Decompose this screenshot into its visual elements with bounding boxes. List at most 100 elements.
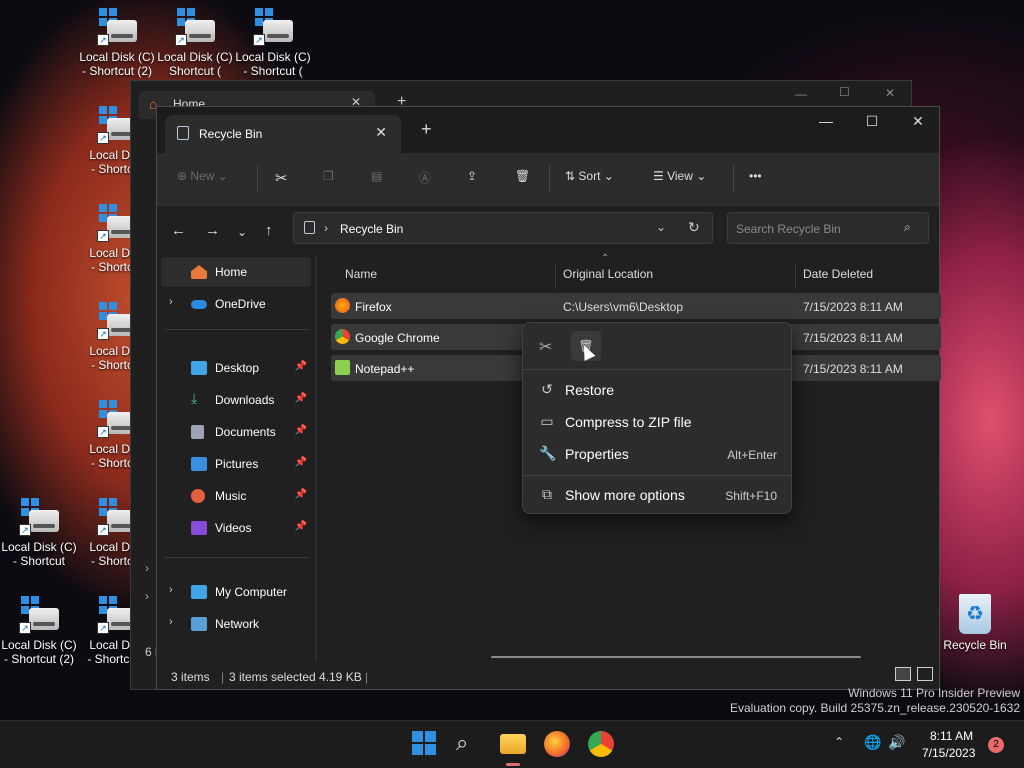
address-row: ← → ⌄ ↑ › Recycle Bin ⌄ ↻ Search Recycle…: [157, 205, 939, 255]
status-bar: 3 items | 3 items selected 4.19 KB |: [157, 661, 939, 689]
menu-item-properties[interactable]: 🔧 Properties Alt+Enter: [533, 439, 783, 469]
title-bar: Recycle Bin ✕ + — ☐ ✕: [157, 107, 939, 153]
menu-item-compress-zip[interactable]: ▭ Compress to ZIP file: [533, 407, 783, 437]
forward-arrow-icon[interactable]: →: [205, 222, 220, 239]
table-row[interactable]: Firefox C:\Users\vm6\Desktop 7/15/2023 8…: [331, 293, 941, 319]
refresh-icon[interactable]: ↻: [688, 219, 700, 236]
show-more-icon: ⧉: [542, 486, 552, 502]
navigation-pane: Home › OneDrive Desktop 📌 ⤓ Downloads 📌 Do…: [157, 255, 315, 661]
recycle-bin-label: Recycle Bin: [943, 638, 1007, 652]
pin-icon: 📌: [294, 393, 307, 404]
back-maximize-icon[interactable]: ☐: [839, 85, 850, 99]
expand-chevron-icon[interactable]: ›: [169, 584, 173, 596]
column-header-original-location[interactable]: Original Location: [563, 267, 653, 281]
new-tab-icon[interactable]: +: [421, 119, 432, 140]
selection-count: 3 items selected: [229, 670, 316, 684]
selection-size: 4.19 KB: [319, 670, 362, 684]
sidebar-item-pictures[interactable]: Pictures 📌: [161, 449, 311, 479]
close-icon[interactable]: ✕: [895, 113, 941, 130]
tab-recycle-bin[interactable]: Recycle Bin ✕: [165, 115, 401, 153]
desktop-icon-local-disk-shortcut-3[interactable]: ↗ Local Disk (C) Shortcut (: [156, 8, 234, 78]
breadcrumb-recycle-bin[interactable]: Recycle Bin: [340, 222, 403, 236]
copy-icon[interactable]: ❐: [323, 169, 334, 189]
recent-chevron-icon[interactable]: ⌄: [237, 225, 247, 239]
chrome-icon: [335, 329, 350, 344]
sidebar-item-my-computer[interactable]: › My Computer: [161, 577, 311, 607]
music-icon: [191, 489, 205, 503]
local-disk-icon: ↗: [95, 8, 139, 48]
network-icon: [191, 617, 207, 631]
address-dropdown-icon[interactable]: ⌄: [656, 220, 666, 234]
pin-icon: 📌: [294, 425, 307, 436]
horizontal-scrollbar[interactable]: [491, 656, 861, 658]
desktop-icon-recycle-bin[interactable]: ♻ Recycle Bin: [936, 594, 1014, 652]
details-view-icon[interactable]: [895, 667, 911, 681]
sidebar-item-documents[interactable]: Documents 📌: [161, 417, 311, 447]
desktop-icon-local-disk-shortcut-2[interactable]: ↗ Local Disk (C) - Shortcut (2): [78, 8, 156, 78]
sidebar-item-onedrive[interactable]: › OneDrive: [161, 289, 311, 319]
back-close-icon[interactable]: ✕: [885, 86, 895, 100]
chrome-icon[interactable]: [588, 731, 614, 757]
sort-button[interactable]: ⇅ Sort ⌄: [565, 169, 614, 189]
rename-icon[interactable]: Ⓐ: [419, 169, 431, 189]
computer-icon: [191, 585, 207, 599]
start-button[interactable]: [412, 731, 438, 757]
sidebar-item-home[interactable]: Home: [161, 257, 311, 287]
menu-item-show-more-options[interactable]: ⧉ Show more options Shift+F10: [533, 480, 783, 510]
active-app-indicator: [506, 763, 520, 766]
search-input[interactable]: Search Recycle Bin ⌕: [727, 212, 929, 244]
new-button[interactable]: ⊕ New ⌄: [177, 169, 228, 189]
back-chevron-icon: ›: [145, 561, 149, 575]
pin-icon: 📌: [294, 521, 307, 532]
delete-icon[interactable]: 🗑: [515, 169, 530, 189]
sidebar-item-downloads[interactable]: ⤓ Downloads 📌: [161, 385, 311, 415]
sidebar-item-videos[interactable]: Videos 📌: [161, 513, 311, 543]
search-icon[interactable]: ⌕: [456, 731, 482, 757]
column-header-date-deleted[interactable]: Date Deleted: [803, 267, 873, 281]
sidebar-item-network[interactable]: › Network: [161, 609, 311, 639]
back-arrow-icon[interactable]: ←: [171, 222, 186, 239]
pin-icon: 📌: [294, 489, 307, 500]
onedrive-icon: [191, 300, 207, 309]
expand-chevron-icon[interactable]: ›: [169, 296, 173, 308]
up-arrow-icon[interactable]: ↑: [265, 222, 273, 239]
clock-date[interactable]: 7/15/2023: [922, 746, 975, 760]
desktop-icon-local-disk-c-2[interactable]: ↗ Local Disk (C) - Shortcut (2): [0, 596, 78, 666]
cut-icon[interactable]: ✂: [275, 169, 288, 189]
windows-watermark: Windows 11 Pro Insider Preview Evaluatio…: [730, 686, 1020, 715]
file-explorer-icon[interactable]: [500, 734, 526, 754]
desktop-icon-local-disk-c[interactable]: ↗ Local Disk (C) - Shortcut: [0, 498, 78, 568]
volume-icon[interactable]: 🔊: [888, 734, 905, 751]
desktop-icon-local-disk-shortcut-4[interactable]: ↗ Local Disk (C) - Shortcut (: [234, 8, 312, 78]
back-minimize-icon[interactable]: —: [795, 87, 807, 101]
tiles-view-icon[interactable]: [917, 667, 933, 681]
tab-close-icon[interactable]: ✕: [375, 124, 387, 141]
paste-icon[interactable]: ▤: [371, 169, 382, 189]
address-bar[interactable]: › Recycle Bin ⌄ ↻: [293, 212, 713, 244]
maximize-icon[interactable]: ☐: [849, 113, 895, 130]
recycle-bin-icon: ♻: [959, 594, 991, 634]
menu-item-restore[interactable]: ↺ Restore: [533, 375, 783, 405]
wrench-icon: 🔧: [539, 445, 557, 461]
sidebar-item-desktop[interactable]: Desktop 📌: [161, 353, 311, 383]
sidebar-item-music[interactable]: Music 📌: [161, 481, 311, 511]
minimize-icon[interactable]: —: [803, 113, 849, 129]
column-header-name[interactable]: Name: [345, 267, 377, 281]
search-icon[interactable]: ⌕: [904, 220, 911, 235]
more-options-button[interactable]: •••: [749, 169, 762, 189]
home-icon: [191, 265, 207, 279]
expand-chevron-icon[interactable]: ›: [169, 616, 173, 628]
show-hidden-icons-chevron-icon[interactable]: ⌃: [834, 735, 844, 749]
back-chevron-icon: ›: [145, 589, 149, 603]
network-icon[interactable]: 🌐: [864, 734, 881, 751]
view-button[interactable]: ☰ View ⌄: [653, 169, 706, 189]
documents-icon: [191, 425, 204, 439]
cut-icon[interactable]: ✂: [539, 337, 552, 357]
local-disk-icon: ↗: [17, 498, 61, 538]
clock-time[interactable]: 8:11 AM: [930, 729, 973, 743]
local-disk-icon: ↗: [251, 8, 295, 48]
notification-badge[interactable]: 2: [988, 737, 1004, 753]
share-icon[interactable]: ⇪: [467, 169, 477, 189]
firefox-icon[interactable]: [544, 731, 570, 757]
breadcrumb-separator: ›: [324, 221, 328, 235]
